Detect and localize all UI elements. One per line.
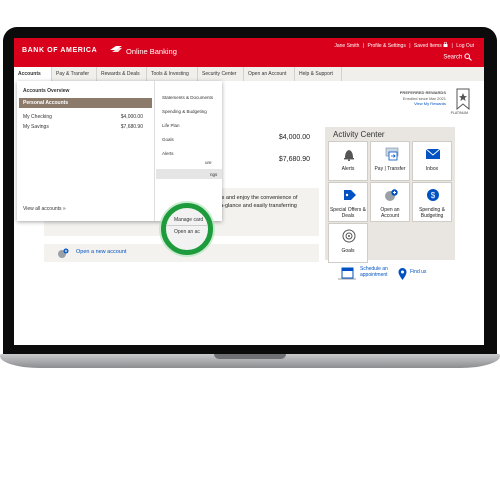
tile-label: Pay | Transfer xyxy=(374,166,406,172)
laptop-notch xyxy=(214,354,286,359)
account-value: $4,000.00 xyxy=(120,114,143,120)
activity-center: Activity Center Alerts Pay | Transfer In… xyxy=(325,127,455,263)
nav-rewards-deals[interactable]: Rewards & Deals xyxy=(97,67,147,81)
rewards-badge-icon xyxy=(456,88,470,110)
find-us-link[interactable]: Find us xyxy=(410,269,426,275)
nav-accounts[interactable]: Accounts xyxy=(14,67,52,81)
calendar-icon xyxy=(338,267,356,280)
rewards-title: PREFERRED REWARDS xyxy=(399,90,446,95)
activity-center-title: Activity Center xyxy=(333,130,385,139)
bell-icon xyxy=(344,150,354,161)
tile-alerts[interactable]: Alerts xyxy=(328,141,368,181)
highlight-magnifier: Manage card Open an ac xyxy=(161,203,213,255)
tile-label: Inbox xyxy=(425,166,439,172)
menu-spending[interactable]: Spending & Budgeting xyxy=(162,109,207,114)
divider: | xyxy=(409,43,411,49)
svg-text:$: $ xyxy=(431,191,436,200)
header-bar: BANK OF AMERICA Online Banking Jane Smit… xyxy=(14,38,484,67)
accounts-overview-panel: Accounts Overview Personal Accounts My C… xyxy=(17,81,154,221)
envelope-icon xyxy=(425,148,441,159)
target-icon xyxy=(342,229,356,243)
nav-pay-transfer[interactable]: Pay & Transfer xyxy=(52,67,97,81)
saved-items-link[interactable]: Saved Items xyxy=(414,43,442,49)
personal-accounts-header: Personal Accounts xyxy=(19,98,152,108)
menu-partial-item[interactable]: ngs xyxy=(210,172,217,177)
savings-balance: $7,680.90 xyxy=(278,156,310,163)
accounts-dropdown: Accounts Overview Personal Accounts My C… xyxy=(17,81,222,221)
coin-plus-icon xyxy=(58,248,69,258)
coin-plus-icon xyxy=(385,189,398,201)
bank-logo[interactable]: BANK OF AMERICA xyxy=(22,47,97,54)
checking-balance: $4,000.00 xyxy=(278,134,310,141)
tile-label: Goals xyxy=(341,248,355,254)
tile-spending-budgeting[interactable]: $ Spending & Budgeting xyxy=(412,182,452,222)
search-icon xyxy=(464,53,472,61)
menu-life-plan[interactable]: Life Plan xyxy=(162,123,180,128)
online-banking-title: Online Banking xyxy=(126,47,177,56)
accounts-menu: Statements & Documents Spending & Budget… xyxy=(154,81,223,221)
location-pin-icon xyxy=(398,268,407,280)
tile-label: Spending & Budgeting xyxy=(419,207,445,219)
tile-pay-transfer[interactable]: Pay | Transfer xyxy=(370,141,410,181)
divider xyxy=(166,225,208,226)
menu-partial-item[interactable]: ure xyxy=(205,160,212,165)
open-account-link[interactable]: Open a new account xyxy=(76,249,126,255)
account-value: $7,680.90 xyxy=(120,124,143,130)
user-name-link[interactable]: Jane Smith xyxy=(334,43,359,49)
transfer-icon xyxy=(385,147,399,161)
account-name[interactable]: My Checking xyxy=(23,114,52,120)
dropdown-account-row[interactable]: My Savings $7,680.90 xyxy=(23,124,143,130)
view-all-accounts-link[interactable]: View all accounts » xyxy=(23,206,66,212)
tile-goals[interactable]: Goals xyxy=(328,223,368,263)
find-us[interactable]: Find us xyxy=(398,268,426,282)
lock-icon xyxy=(443,41,448,47)
tile-open-account[interactable]: Open an Account xyxy=(370,182,410,222)
nav-tools-investing[interactable]: Tools & Investing xyxy=(147,67,198,81)
profile-settings-link[interactable]: Profile & Settings xyxy=(367,43,405,49)
schedule-link[interactable]: Schedule an appointment xyxy=(360,266,400,278)
open-account-menu-link[interactable]: Open an ac xyxy=(174,229,200,235)
tile-label: Alerts xyxy=(341,166,355,172)
menu-statements[interactable]: Statements & Documents xyxy=(162,95,213,100)
tile-label: Special Offers & Deals xyxy=(329,207,367,219)
tile-inbox[interactable]: Inbox xyxy=(412,141,452,181)
view-rewards-link[interactable]: View My Rewards xyxy=(400,101,446,107)
main-nav: Accounts Pay & Transfer Rewards & Deals … xyxy=(14,67,484,82)
dollar-chart-icon: $ xyxy=(427,189,439,201)
accounts-overview-heading[interactable]: Accounts Overview xyxy=(23,88,69,94)
screen: BANK OF AMERICA Online Banking Jane Smit… xyxy=(14,38,484,345)
divider: | xyxy=(362,43,365,49)
menu-goals[interactable]: Goals xyxy=(162,137,174,142)
dropdown-account-row[interactable]: My Checking $4,000.00 xyxy=(23,114,143,120)
search-label: Search xyxy=(443,54,463,61)
account-name[interactable]: My Savings xyxy=(23,124,49,130)
nav-security-center[interactable]: Security Center xyxy=(198,67,244,81)
preferred-rewards: PREFERRED REWARDS Enrolled since Mar 202… xyxy=(400,90,446,107)
search-button[interactable]: Search xyxy=(443,53,472,61)
tile-label: Open an Account xyxy=(380,207,400,219)
flag-logo-icon xyxy=(110,46,122,52)
tag-icon xyxy=(344,190,356,200)
log-out-link[interactable]: Log Out xyxy=(456,43,474,49)
manage-card-link[interactable]: Manage card xyxy=(174,217,203,223)
divider: | xyxy=(451,43,453,49)
nav-help-support[interactable]: Help & Support xyxy=(295,67,342,81)
rewards-tier: PLATINUM xyxy=(450,111,468,115)
tile-special-offers[interactable]: Special Offers & Deals xyxy=(328,182,368,222)
top-links: Jane Smith | Profile & Settings | Saved … xyxy=(332,41,474,49)
menu-alerts[interactable]: Alerts xyxy=(162,151,174,156)
nav-open-account[interactable]: Open an Account xyxy=(244,67,295,81)
